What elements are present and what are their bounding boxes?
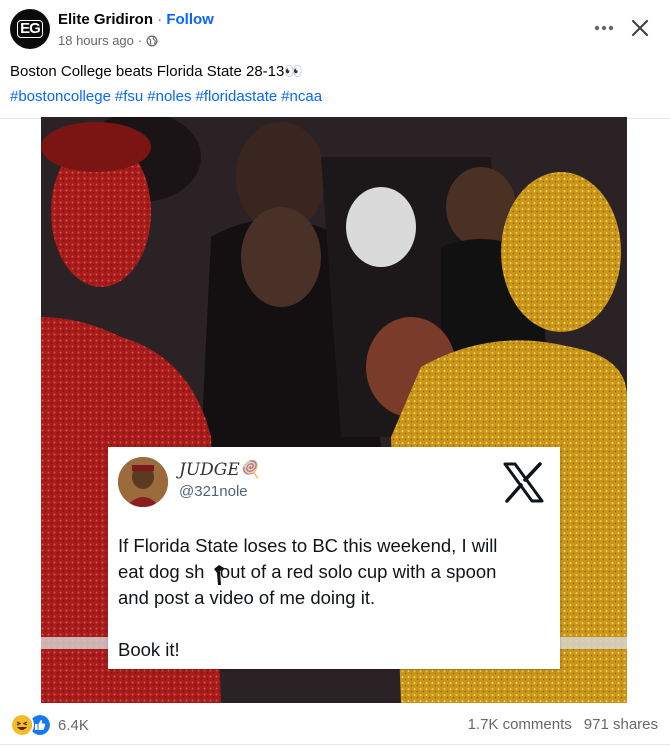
globe-icon [146,35,158,46]
tweet-line-text: eat dog sh out of a red solo cup with a … [118,561,497,582]
poop-scribble-icon [214,565,224,585]
close-button[interactable] [626,14,654,42]
tweet-body: If Florida State loses to BC this weeken… [118,533,548,663]
haha-reaction-icon [10,713,34,737]
name-separator: · [157,11,163,28]
post-timestamp[interactable]: 18 hours ago [58,33,134,48]
comments-count[interactable]: 1.7K comments [468,716,572,733]
post-header: EG Elite Gridiron · Follow 18 hours ago … [0,0,670,58]
hashtag-link[interactable]: #ncaa [281,88,322,105]
more-options-button[interactable] [590,16,618,40]
reaction-count: 6.4K [58,716,89,734]
tweet-closing: Book it! [118,639,180,660]
avatar-initials: EG [17,20,43,38]
close-icon [631,19,649,37]
more-horizontal-icon [594,25,614,31]
tweet-display-name: JUDGE🍭 [179,460,261,480]
engagement-stats: 1.7K comments 971 shares [468,716,658,733]
page-name-line: Elite Gridiron · Follow [58,11,214,28]
hashtag-link[interactable]: #floridastate [195,88,277,105]
hashtag-list: #bostoncollege #fsu #noles #floridastate #nc… [10,88,326,105]
meta-separator: · [137,33,143,48]
hashtag-link[interactable]: #fsu [115,88,143,105]
tweet-card: JUDGE🍭 @321nole If Florida State loses t… [108,447,560,669]
tweet-handle: @321nole [179,483,248,500]
shares-count[interactable]: 971 shares [584,716,658,733]
tweet-line: and post a video of me doing it. [118,587,376,608]
post-meta: 18 hours ago · [58,33,158,48]
reaction-summary[interactable]: 6.4K [10,713,89,737]
hashtag-link[interactable]: #bostoncollege [10,88,111,105]
tweet-avatar [118,457,168,507]
post-caption: Boston College beats Florida State 28-13… [10,63,304,80]
page-name[interactable]: Elite Gridiron [58,11,153,28]
post-footer: 6.4K 1.7K comments 971 shares [0,705,670,743]
x-logo-icon [503,462,544,503]
hashtag-link[interactable]: #noles [147,88,191,105]
follow-button[interactable]: Follow [166,11,214,28]
footer-divider [0,744,670,745]
tweet-line: If Florida State loses to BC this weeken… [118,535,498,556]
page-avatar[interactable]: EG [10,9,50,49]
post-photo[interactable]: JUDGE🍭 @321nole If Florida State loses t… [41,117,627,703]
tweet-line: eat dog sh out of a red solo cup with a … [118,559,548,585]
